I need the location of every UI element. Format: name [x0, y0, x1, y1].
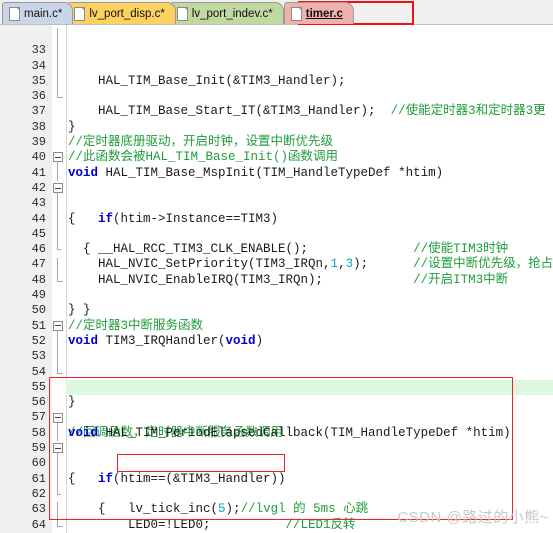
fold-region-end: [57, 89, 63, 99]
fold-region-tick: [57, 249, 61, 251]
watermark: CSDN @路过的小熊~: [397, 509, 549, 526]
fold-guide: [57, 471, 58, 487]
fold-region-end: [57, 272, 63, 282]
code-line: 53 HAL_TIM_IRQHandler(&TIM3_Handler);: [0, 334, 553, 394]
code-line: 37: [0, 89, 553, 118]
code-line: 46 HAL_NVIC_EnableIRQ(TIM3_IRQn); //开启IT…: [0, 226, 553, 287]
code-line: 47 }: [0, 242, 553, 317]
fold-guide: [57, 349, 58, 365]
code-line: 60 {: [0, 441, 553, 516]
document-icon: [74, 6, 86, 21]
tab-label: lv_port_indev.c*: [191, 7, 273, 20]
code-line: 62 LED0=!LED0; //LED1反转: [0, 471, 553, 532]
document-icon: [9, 6, 20, 21]
fold-guide: [57, 196, 58, 212]
fold-region-tick: [57, 494, 61, 495]
code-line: 34: [0, 43, 553, 73]
code-line: 45 HAL_NVIC_SetPriority(TIM3_IRQn,1,3); …: [0, 211, 553, 271]
tab-lv-port-disp-c[interactable]: lv_port_disp.c*: [67, 2, 176, 24]
code-line: 49: [0, 272, 553, 302]
code-line: 33 HAL_TIM_Base_Init(&TIM3_Handler);: [0, 28, 553, 88]
code-line: 50 //定时器3中断服务函数: [0, 288, 553, 332]
code-line: 40 void HAL_TIM_Base_MspInit(TIM_HandleT…: [0, 135, 553, 179]
editor-tab-bar: main.c* lv_port_disp.c* lv_port_indev.c*…: [0, 0, 553, 25]
fold-guide: [57, 226, 58, 243]
code-line: 57 void HAL_TIM_PeriodElapsedCallback(TI…: [0, 395, 553, 439]
fold-guide: [57, 211, 58, 227]
tab-timer-c[interactable]: timer.c: [283, 2, 354, 24]
fold-guide: [57, 456, 58, 472]
code-line: 51 void TIM3_IRQHandler(void): [0, 303, 553, 348]
code-line: 59 if(htim==(&TIM3_Handler)): [0, 425, 553, 486]
code-line: 58 {: [0, 411, 553, 486]
fold-guide: [57, 58, 58, 74]
code-line: 61 lv_tick_inc(5);//lvgl 的 5ms 心跳: [0, 456, 553, 516]
code-line-highlighted: 56 //回调函数，定时器中断服务函数调用: [0, 379, 553, 440]
fold-collapse-icon[interactable]: [53, 183, 63, 193]
code-line: 39 //此函数会被HAL_TIM_Base_Init()函数调用: [0, 120, 553, 164]
code-line: 63 }: [0, 487, 553, 516]
code-line: 44 __HAL_RCC_TIM3_CLK_ENABLE(); //使能TIM3…: [0, 196, 553, 256]
fold-guide: [57, 28, 58, 44]
document-icon: [290, 6, 302, 21]
tab-lv-port-indev-c[interactable]: lv_port_indev.c*: [169, 2, 284, 24]
fold-collapse-icon[interactable]: [53, 443, 63, 454]
fold-collapse-icon[interactable]: [53, 152, 63, 163]
code-line: 38 //定时器底册驱动，开启时钟，设置中断优先级: [0, 105, 553, 149]
code-line: 35 HAL_TIM_Base_Start_IT(&TIM3_Handler);…: [0, 58, 553, 118]
code-line: 52 {: [0, 319, 553, 394]
code-editor[interactable]: 33 HAL_TIM_Base_Init(&TIM3_Handler); 34 …: [0, 25, 553, 533]
fold-guide: [57, 43, 58, 59]
code-line: 36 }: [0, 73, 553, 134]
fold-guide: [57, 425, 58, 442]
fold-region-end: [57, 364, 63, 374]
code-line: 54 }: [0, 349, 553, 409]
fold-collapse-icon[interactable]: [53, 412, 63, 423]
fold-region-end: [57, 517, 63, 527]
fold-guide: [57, 334, 58, 350]
tab-main-c[interactable]: main.c*: [2, 2, 74, 24]
code-line: 55: [0, 364, 553, 394]
tab-label: lv_port_disp.c*: [89, 7, 165, 20]
document-icon: [176, 6, 188, 21]
line-highlight: [66, 379, 553, 396]
fold-guide: [57, 73, 58, 90]
code-line: 48 }: [0, 257, 553, 317]
code-line: 43 {: [0, 181, 553, 256]
code-line: 41 {: [0, 150, 553, 226]
tab-label: main.c*: [24, 7, 63, 20]
fold-guide: [57, 502, 58, 518]
tab-label: timer.c: [305, 7, 343, 20]
code-line: 42 if(htim->Instance==TIM3): [0, 165, 553, 226]
fold-collapse-icon[interactable]: [53, 320, 63, 331]
fold-guide: [57, 165, 58, 181]
fold-guide: [57, 257, 58, 273]
